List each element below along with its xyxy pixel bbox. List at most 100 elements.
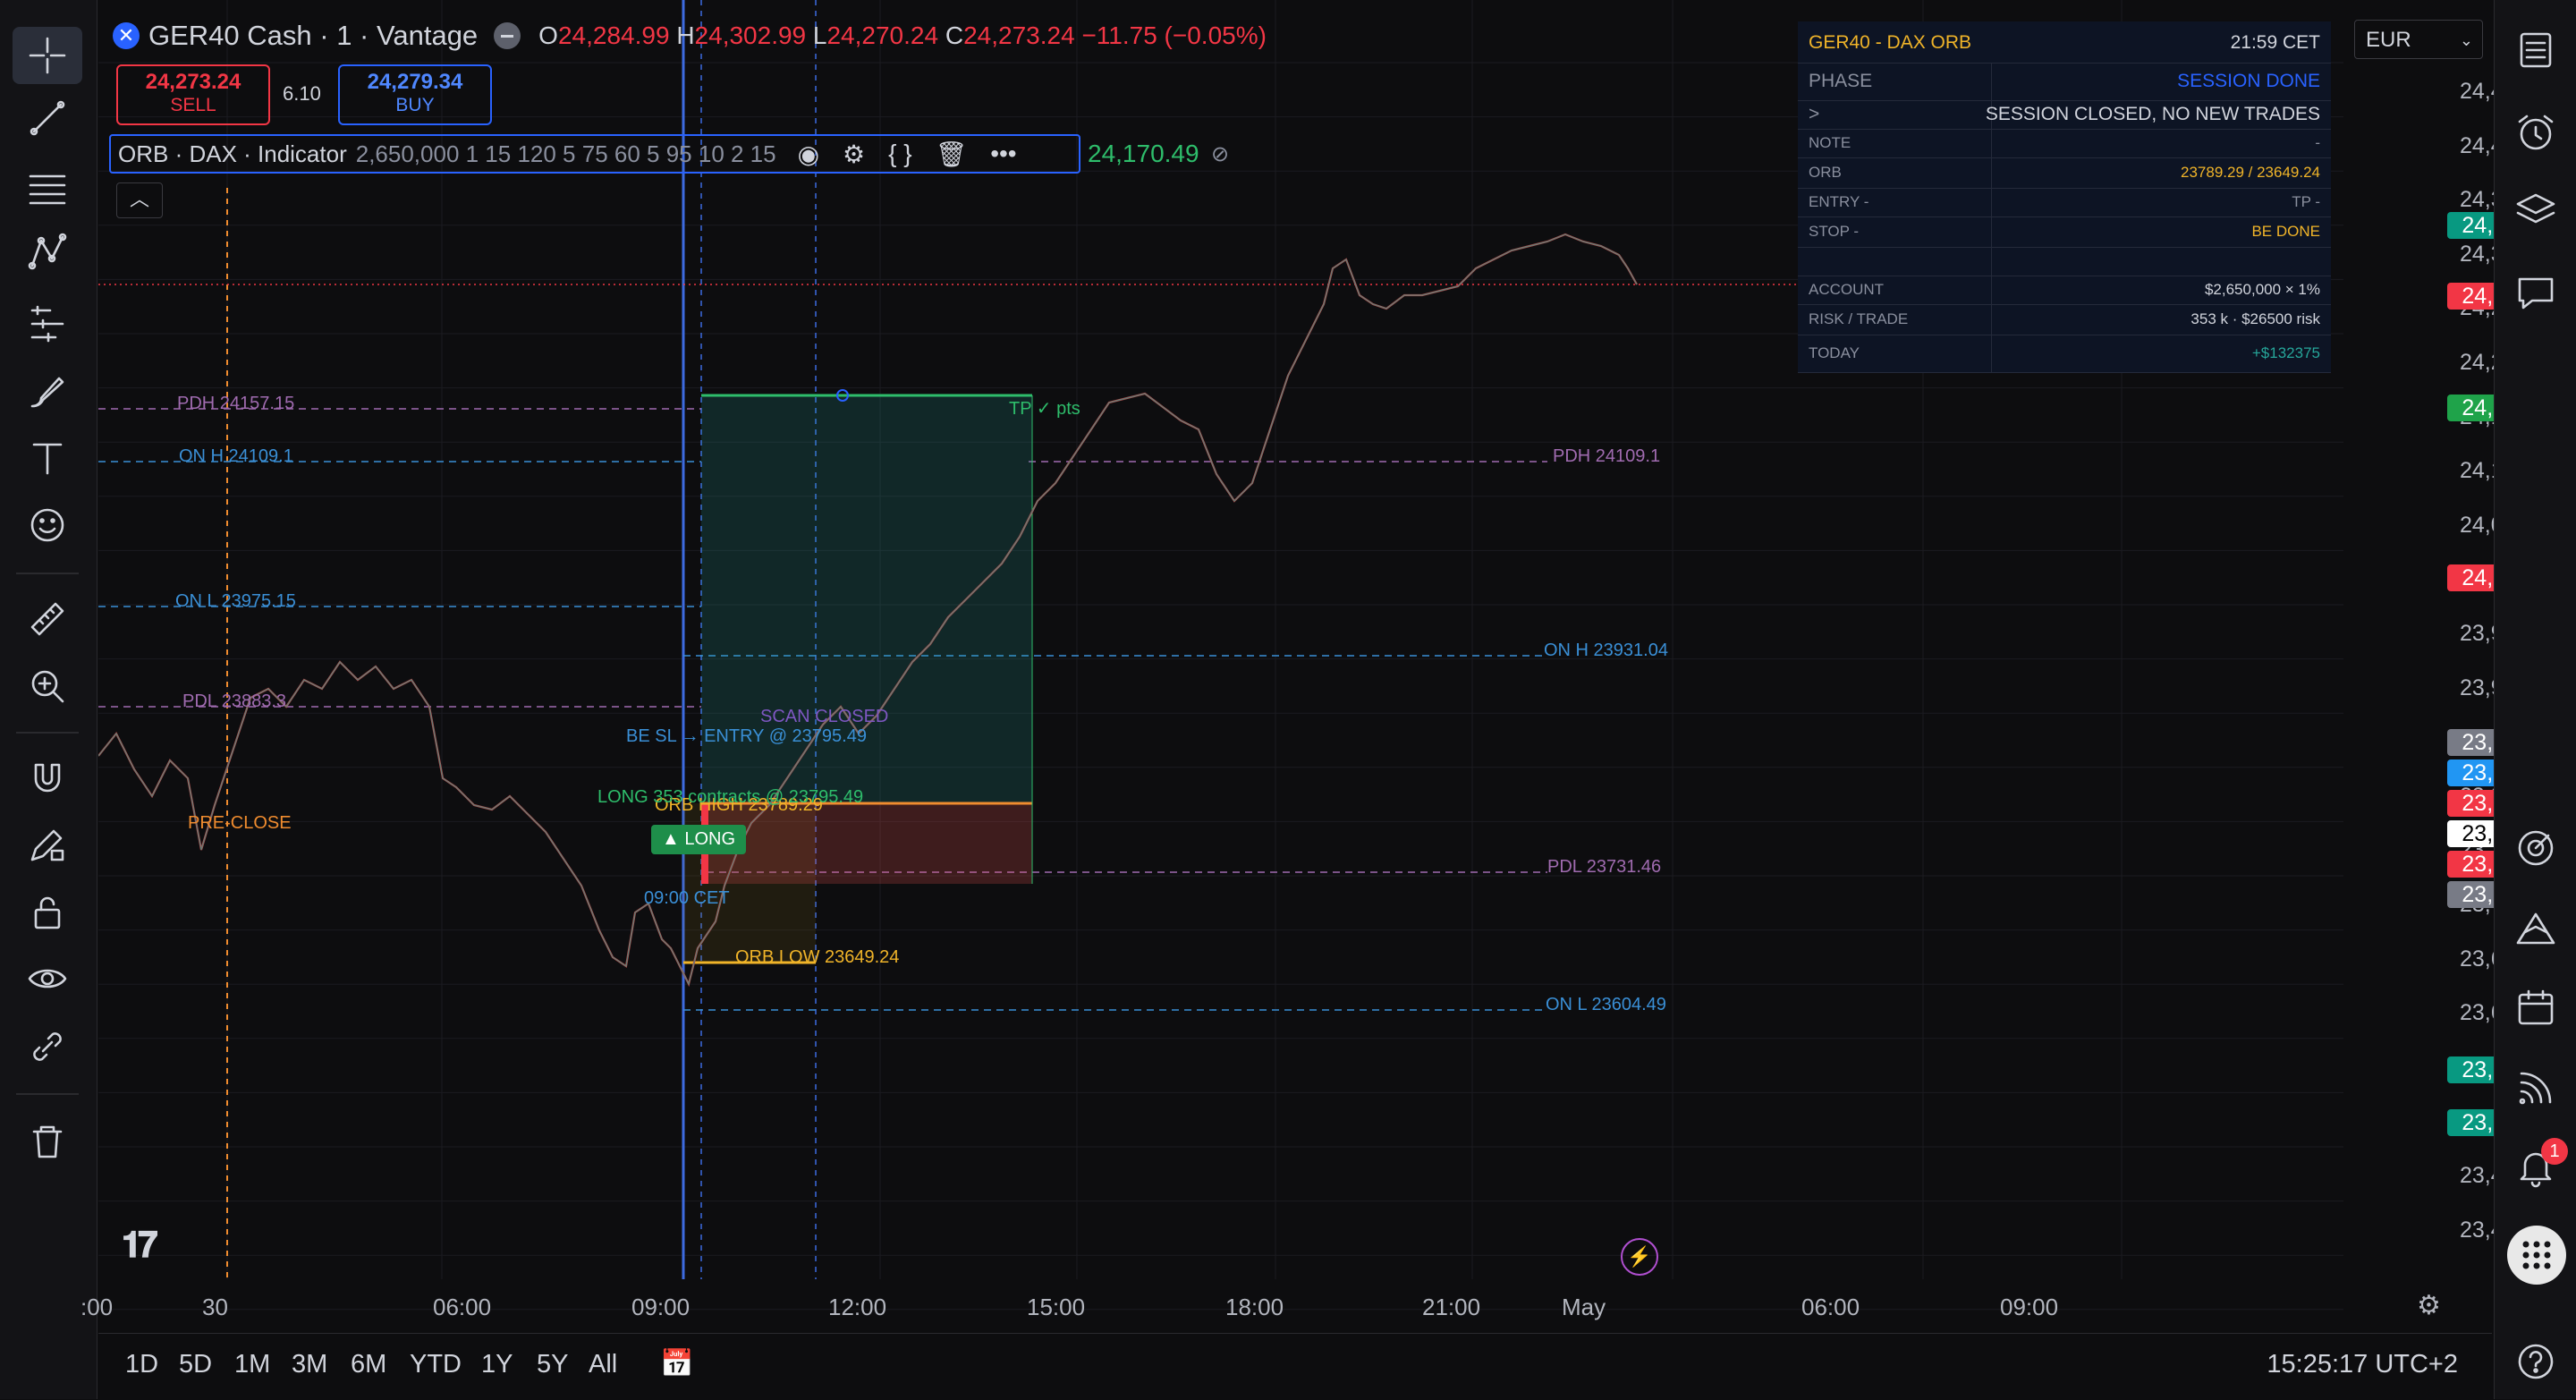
time-axis-label: 18:00 [1225, 1294, 1284, 1320]
buy-button[interactable]: 24,279.34 BUY [338, 64, 492, 125]
hidden-value-icon: ⊘ [1211, 142, 1230, 166]
ideas-button[interactable] [2507, 900, 2564, 957]
ruler-icon [30, 602, 64, 636]
lightning-icon[interactable]: ⚡ [1621, 1238, 1658, 1276]
layers-button[interactable] [2507, 182, 2564, 240]
more-icon[interactable]: ••• [990, 140, 1016, 168]
currency-select[interactable]: EUR ⌄ [2354, 20, 2483, 59]
range-button[interactable]: 3M [292, 1350, 327, 1379]
panel-row-label: ACCOUNT [1809, 280, 1885, 298]
date-range-icon[interactable]: 📅 [660, 1348, 693, 1379]
range-button[interactable]: YTD [410, 1350, 462, 1379]
text-tool-button[interactable] [13, 429, 82, 487]
source-code-icon[interactable]: { } [888, 140, 911, 168]
stay-in-drawing-button[interactable] [13, 816, 82, 873]
grid-dots-icon [2522, 1241, 2551, 1269]
panel-row: ENTRY - TP - [1798, 188, 2331, 217]
unlock-icon [34, 896, 61, 929]
panel-time: 21:59 CET [2230, 32, 2320, 53]
panel-row-label: RISK / TRADE [1809, 310, 1909, 327]
onl-left-label: ON L 23975.15 [175, 591, 296, 611]
help-button[interactable] [2507, 1333, 2564, 1390]
alerts-clock-button[interactable] [2507, 104, 2564, 161]
eye-icon[interactable]: ◉ [798, 140, 819, 169]
crosshair-icon [29, 37, 66, 74]
forecast-tool-button[interactable] [13, 295, 82, 352]
pdh-left-label: PDH 24157.15 [177, 394, 295, 413]
range-button[interactable]: All [589, 1350, 617, 1379]
link-button[interactable] [13, 1018, 82, 1075]
time-axis-label: 21:00 [1422, 1294, 1481, 1320]
text-icon [32, 443, 63, 475]
panel-row-label: ENTRY - [1809, 192, 1869, 210]
chart-area[interactable]: PDH 24157.15 ON H 24109.1 ON L 23975.15 … [80, 0, 2576, 1331]
pattern-tool-button[interactable] [13, 224, 82, 281]
range-button[interactable]: 1Y [481, 1350, 513, 1379]
trash-icon[interactable]: 🗑 [936, 140, 968, 169]
brush-tool-button[interactable] [13, 362, 82, 420]
emoji-tool-button[interactable] [13, 496, 82, 554]
time-axis-label: 09:00 [2000, 1294, 2059, 1320]
forecast-icon [30, 305, 64, 343]
panel-row-value: SESSION DONE [2177, 70, 2320, 91]
indicator-params: 2,650,000 1 15 120 5 75 60 5 95 10 2 15 [355, 140, 776, 167]
clock[interactable]: 15:25:17 UTC+2 [2267, 1350, 2458, 1379]
bottom-bar: 📅 15:25:17 UTC+2 1D 5D 1M 3M 6M YTD 1Y 5Y All [98, 1333, 2492, 1400]
settings-icon[interactable]: ⚙ [843, 140, 865, 169]
fib-tool-button[interactable] [13, 159, 82, 216]
panel-row-label: NOTE [1809, 133, 1852, 151]
remove-drawings-button[interactable] [13, 1113, 82, 1170]
pdh-right-label: PDH 24109.1 [1553, 446, 1661, 466]
onh-left-label: ON H 24109.1 [179, 446, 293, 466]
time-axis-label: :00 [80, 1294, 114, 1320]
horizontal-lines-icon [29, 174, 66, 205]
magnet-tool-button[interactable] [13, 750, 82, 807]
panel-row-label: > [1809, 103, 1820, 124]
crosshair-tool-button[interactable] [13, 27, 82, 84]
chat-icon [2518, 277, 2554, 310]
sell-button[interactable]: 24,273.24 SELL [116, 64, 270, 125]
trash-icon [32, 1125, 63, 1158]
axis-settings-gear-icon[interactable]: ⚙ [2417, 1290, 2441, 1321]
streams-button[interactable] [2507, 1059, 2564, 1116]
preclose-label: PRE-CLOSE [188, 813, 292, 833]
market-status-icon[interactable] [494, 22, 521, 49]
list-icon [2520, 32, 2552, 68]
panel-row-label: ORB [1809, 163, 1842, 181]
panel-row-value: - [2315, 133, 2320, 151]
apps-button[interactable] [2507, 1226, 2566, 1285]
time-axis-label: 06:00 [1801, 1294, 1860, 1320]
chat-button[interactable] [2507, 265, 2564, 322]
long-entry-marker[interactable]: ▲ LONG [651, 825, 747, 854]
calendar-button[interactable] [2507, 979, 2564, 1036]
hide-drawings-button[interactable] [13, 950, 82, 1007]
zoom-tool-button[interactable] [13, 658, 82, 715]
panel-row [1798, 247, 2331, 276]
range-button[interactable]: 6M [351, 1350, 386, 1379]
tp-hit-label: TP ✓ pts [1009, 399, 1080, 419]
measure-tool-button[interactable] [13, 590, 82, 648]
panel-row: RISK / TRADE 353 k · $26500 risk [1798, 304, 2331, 335]
lock-drawings-button[interactable] [13, 884, 82, 941]
indicator-legend[interactable]: ORB · DAX · Indicator 2,650,000 1 15 120… [109, 134, 1080, 174]
panel-row: > SESSION CLOSED, NO NEW TRADES [1798, 100, 2331, 130]
watchlist-button[interactable] [2507, 21, 2564, 79]
onh-right-label: ON H 23931.04 [1544, 641, 1668, 660]
trend-line-tool-button[interactable] [13, 89, 82, 147]
pencil-lock-icon [30, 829, 64, 861]
eye-icon [28, 969, 67, 988]
range-button[interactable]: 5Y [537, 1350, 568, 1379]
spread-value: 6.10 [283, 82, 321, 105]
range-button[interactable]: 1M [234, 1350, 270, 1379]
range-button[interactable]: 1D [125, 1350, 158, 1379]
pdl-left-label: PDL 23883.3 [182, 692, 287, 711]
orb-low-label: ORB LOW 23649.24 [735, 947, 900, 967]
target-button[interactable] [2507, 819, 2564, 877]
panel-row: TODAY +$132375 [1798, 335, 2331, 373]
range-button[interactable]: 5D [179, 1350, 212, 1379]
smiley-icon [30, 508, 64, 542]
panel-row-value: SESSION CLOSED, NO NEW TRADES [1985, 103, 2320, 124]
time-axis-label: 06:00 [433, 1294, 492, 1320]
collapse-legend-button[interactable]: ︿ [116, 182, 163, 218]
symbol-title[interactable]: GER40 Cash · 1 · Vantage [148, 20, 478, 52]
